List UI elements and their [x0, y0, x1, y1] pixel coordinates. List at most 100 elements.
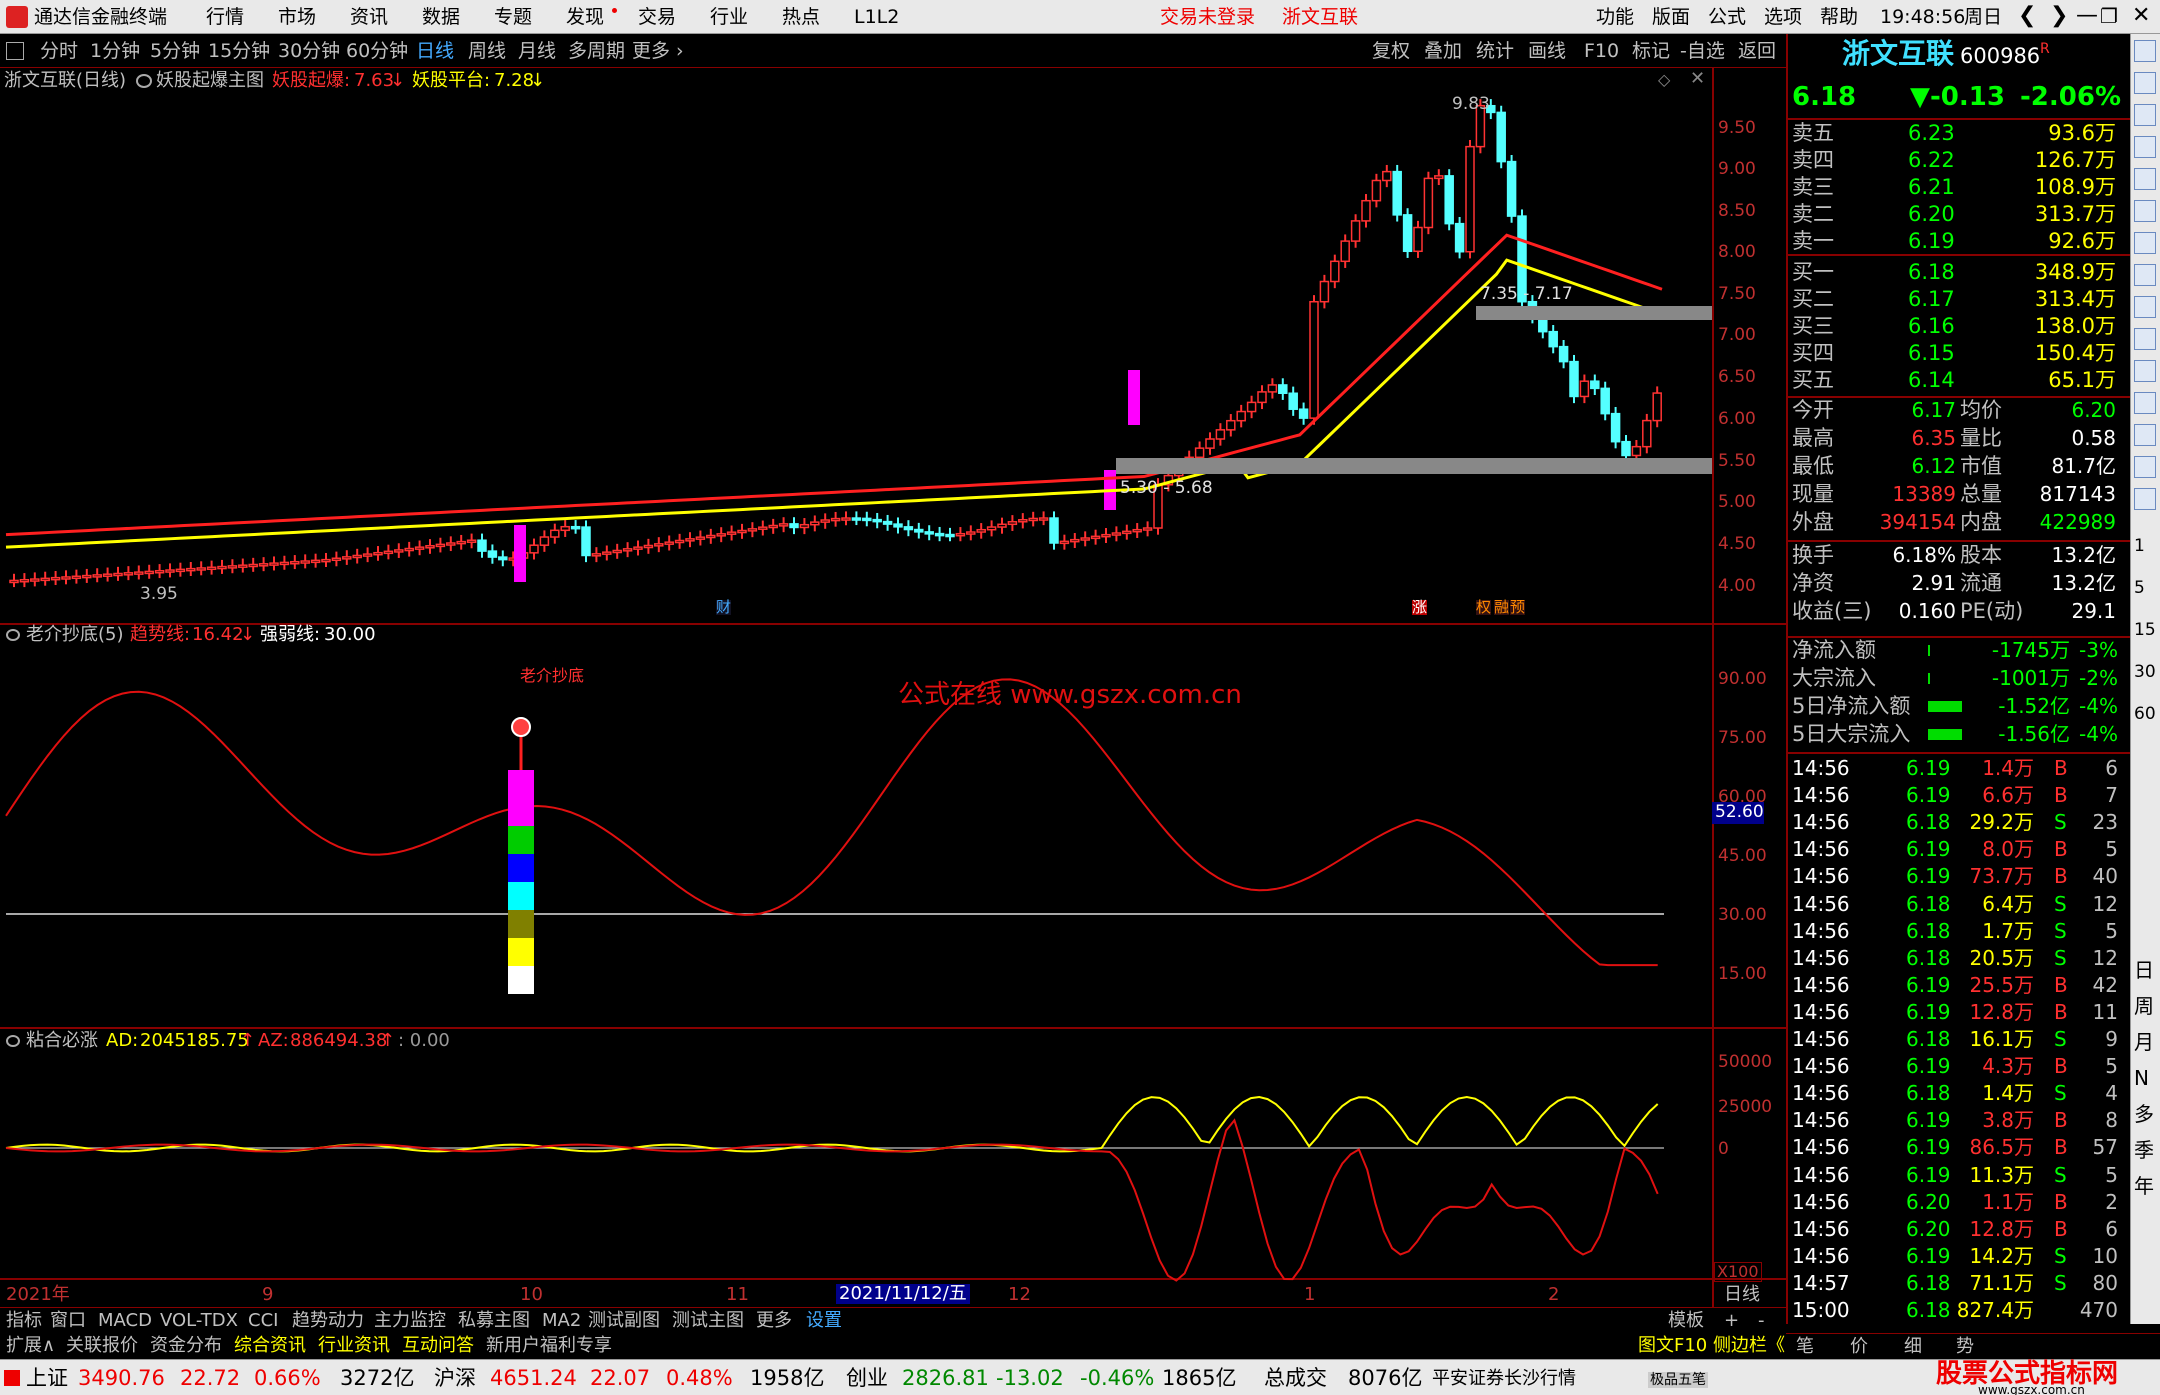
side-number-button[interactable]: 15 [2134, 622, 2156, 639]
side-tool-icon[interactable] [2134, 168, 2156, 190]
side-tool-icon[interactable] [2134, 232, 2156, 254]
info-kuozhan[interactable]: 扩展∧ [6, 1337, 55, 1355]
close-icon[interactable]: ✕ [2132, 5, 2150, 27]
side-number-button[interactable]: 5 [2134, 580, 2145, 597]
sub2-y-tick: 25000 [1718, 1097, 1773, 1117]
side-tool-icon[interactable] [2134, 488, 2156, 510]
side-period-button[interactable]: 年 [2134, 1176, 2154, 1196]
tab-ceshi-fu[interactable]: 测试副图 [588, 1312, 660, 1330]
marker-cai[interactable]: 财 [716, 600, 732, 615]
side-tool-icon[interactable] [2134, 328, 2156, 350]
tab-ceshi-zhu[interactable]: 测试主图 [672, 1312, 744, 1330]
detail-tab-bi[interactable]: 笔 [1796, 1338, 1814, 1356]
sub1-line2-label: 强弱线: [260, 624, 321, 645]
tab-vol-tdx[interactable]: VOL-TDX [160, 1312, 238, 1330]
bid-row-1-label: 买一 [1792, 260, 1834, 284]
detail-tab-shi[interactable]: 势 [1956, 1338, 1974, 1356]
tick-side: S [2054, 810, 2067, 835]
side-tool-icon[interactable] [2134, 200, 2156, 222]
broker-name[interactable]: 平安证券长沙行情 [1432, 1370, 1576, 1388]
index-cy-name[interactable]: 创业 [846, 1368, 888, 1389]
tab-zhibiao[interactable]: 指标 [6, 1312, 42, 1330]
forward-arrow-icon[interactable]: ❯ [2050, 5, 2068, 27]
candle-body [217, 565, 227, 570]
index-cy-amount: 1865亿 [1162, 1366, 1237, 1390]
index-sh-name[interactable]: 上证 [26, 1368, 68, 1389]
tab-gengduo[interactable]: 更多 [756, 1312, 792, 1330]
tick-volume: 827.4万 [1956, 1298, 2034, 1322]
side-period-button[interactable]: 日 [2134, 960, 2154, 980]
fund-value: 0.160 [1898, 599, 1956, 623]
marker-zhang[interactable]: 涨 [1412, 600, 1428, 615]
side-tool-icon[interactable] [2134, 136, 2156, 158]
index-hs-name[interactable]: 沪深 [434, 1368, 476, 1389]
stock-badge: R [2040, 41, 2050, 57]
marker-quan[interactable]: 权 [1476, 600, 1492, 615]
restore-icon[interactable]: ❐ [2100, 6, 2118, 26]
side-tool-icon[interactable] [2134, 456, 2156, 478]
side-tool-icon[interactable] [2134, 392, 2156, 414]
side-tool-icon[interactable] [2134, 72, 2156, 94]
side-number-button[interactable]: 30 [2134, 664, 2156, 681]
minimize-icon[interactable]: — [2076, 5, 2098, 27]
tab-macd[interactable]: MACD [98, 1312, 152, 1330]
side-tool-icon[interactable] [2134, 424, 2156, 446]
side-period-button[interactable]: 季 [2134, 1140, 2154, 1160]
ask-row-1-price: 6.23 [1908, 121, 1955, 145]
ime-indicator[interactable]: 极品五笔 [1648, 1372, 1708, 1388]
side-number-button[interactable]: 1 [2134, 538, 2145, 555]
menu-item-bangzhu[interactable]: 帮助 [1820, 8, 1858, 27]
marker-yu[interactable]: 预 [1510, 600, 1526, 615]
info-zonghe[interactable]: 综合资讯 [234, 1337, 306, 1355]
tab-simu[interactable]: 私募主图 [458, 1312, 530, 1330]
side-tool-icon[interactable] [2134, 104, 2156, 126]
side-number-button[interactable]: 60 [2134, 706, 2156, 723]
candle-body [1610, 412, 1621, 443]
marker-rong[interactable]: 融 [1494, 600, 1510, 615]
fund-value: 13.2亿 [2051, 543, 2116, 567]
info-hudong[interactable]: 互动问答 [402, 1337, 474, 1355]
zoom-in-button[interactable]: + [1724, 1312, 1739, 1330]
sub1-y-tick: 15.00 [1718, 964, 1767, 984]
side-period-button[interactable]: N [2134, 1068, 2149, 1088]
eye-icon[interactable] [6, 629, 20, 641]
close-pane-icon[interactable]: ✕ [1690, 70, 1705, 88]
info-zijin[interactable]: 资金分布 [150, 1337, 222, 1355]
side-tool-icon[interactable] [2134, 360, 2156, 382]
tick-side: B [2054, 756, 2068, 780]
side-tool-icon[interactable] [2134, 264, 2156, 286]
tab-shezhi[interactable]: 设置 [806, 1312, 842, 1330]
info-hangye[interactable]: 行业资讯 [318, 1337, 390, 1355]
zoom-out-button[interactable]: - [1758, 1312, 1765, 1330]
candle-body [175, 568, 186, 573]
eye-icon[interactable] [136, 74, 152, 88]
side-period-button[interactable]: 月 [2134, 1032, 2154, 1052]
sub2-title[interactable]: 粘合必涨 [26, 1032, 98, 1050]
tab-chuangkou[interactable]: 窗口 [50, 1312, 86, 1330]
tab-cci[interactable]: CCI [248, 1312, 278, 1330]
tick-count: 40 [2092, 864, 2118, 889]
eye-icon[interactable] [6, 1035, 20, 1047]
detail-tab-jia[interactable]: 价 [1850, 1338, 1868, 1356]
info-f10-sidebar[interactable]: 图文F10 侧边栏《 [1638, 1337, 1785, 1355]
side-tool-icon[interactable] [2134, 40, 2156, 62]
back-arrow-icon[interactable]: ❮ [2018, 5, 2036, 27]
tab-ma2[interactable]: MA2 [542, 1312, 581, 1330]
sub1-title[interactable]: 老介抄底(5) [26, 626, 124, 644]
main-formula-name[interactable]: 妖股起爆主图 [156, 72, 264, 90]
diamond-icon[interactable]: ◇ [1658, 72, 1670, 88]
candle-body [1569, 360, 1579, 398]
info-fuli[interactable]: 新用户福利专享 [486, 1337, 612, 1355]
side-period-button[interactable]: 多 [2134, 1104, 2154, 1124]
detail-tab-xi[interactable]: 细 [1904, 1338, 1922, 1356]
side-tool-icon[interactable] [2134, 296, 2156, 318]
tab-zhuli[interactable]: 主力监控 [374, 1312, 446, 1330]
info-guanlian[interactable]: 关联报价 [66, 1337, 138, 1355]
side-period-button[interactable]: 周 [2134, 996, 2154, 1016]
tab-qushi[interactable]: 趋势动力 [292, 1312, 364, 1330]
fund-label: 流通 [1960, 571, 2002, 595]
date-axis-period: 日线 [1724, 1284, 1760, 1305]
tab-template[interactable]: 模板 [1668, 1312, 1704, 1330]
date-label-2021: 2021年 [6, 1284, 70, 1305]
candle-body [903, 526, 914, 531]
